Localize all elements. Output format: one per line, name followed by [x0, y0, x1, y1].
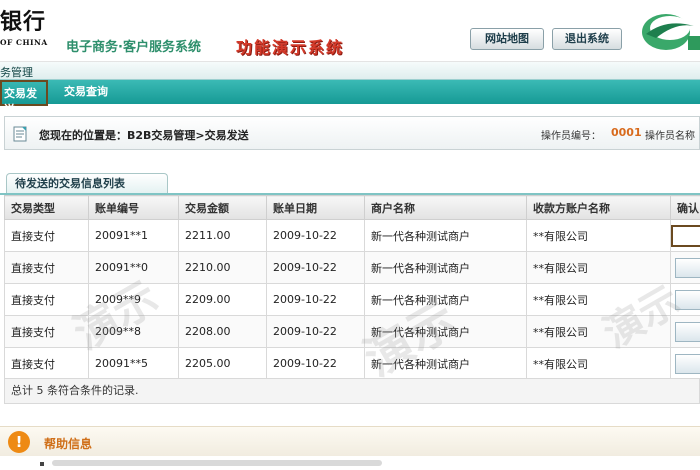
records-summary: 总计 5 条符合条件的记录.	[4, 378, 700, 404]
cell-amount: 2211.00	[178, 219, 267, 252]
table-row: 直接支付 20091**5 2205.00 2009-10-22 新一代各种测试…	[4, 347, 700, 380]
table-row: 直接支付 20091**0 2210.00 2009-10-22 新一代各种测试…	[4, 251, 700, 284]
cell-confirm	[670, 219, 700, 252]
breadcrumb: 您现在的位置是：B2B交易管理>交易发送	[39, 129, 249, 142]
cell-confirm	[670, 315, 700, 348]
cell-date: 2009-10-22	[266, 315, 365, 348]
cell-payee: **有限公司	[526, 283, 671, 316]
section-bar: 务管理	[0, 62, 700, 80]
cell-type: 直接支付	[4, 315, 89, 348]
sitemap-button[interactable]: 网站地图	[470, 28, 544, 50]
confirm-button[interactable]	[675, 321, 700, 342]
system-title: 电子商务·客户服务系统	[66, 40, 201, 55]
operator-id-label: 操作员编号：	[541, 131, 601, 142]
pending-list-tab[interactable]: 待发送的交易信息列表	[6, 173, 168, 194]
operator-id: 0001	[611, 126, 642, 139]
cell-merchant: 新一代各种测试商户	[364, 219, 527, 252]
function-tabs-bar: 交易查询	[0, 80, 700, 104]
cell-amount: 2205.00	[178, 347, 267, 380]
cell-bill-no: 20091**0	[88, 251, 179, 284]
transactions-table: 交易类型 账单编号 交易金额 账单日期 商户名称 收款方账户名称 确认 直接支付…	[4, 195, 700, 380]
confirm-button[interactable]	[671, 224, 700, 247]
section-label: 务管理	[0, 66, 33, 79]
bullet-icon	[40, 462, 44, 466]
info-icon: !	[8, 431, 30, 453]
table-row: 直接支付 20091**1 2211.00 2009-10-22 新一代各种测试…	[4, 219, 700, 252]
logout-button[interactable]: 退出系统	[552, 28, 622, 50]
cell-merchant: 新一代各种测试商户	[364, 283, 527, 316]
column-header: 交易类型	[4, 195, 89, 220]
cell-confirm	[670, 251, 700, 284]
cell-payee: **有限公司	[526, 315, 671, 348]
cell-amount: 2210.00	[178, 251, 267, 284]
confirm-button[interactable]	[675, 289, 700, 310]
cell-date: 2009-10-22	[266, 219, 365, 252]
app-header: 银行 OF CHINA 电子商务·客户服务系统 功能演示系统 网站地图 退出系统	[0, 0, 700, 62]
tab-transaction-query[interactable]: 交易查询	[64, 84, 108, 102]
cell-confirm	[670, 283, 700, 316]
help-text-cropped	[52, 460, 382, 466]
cell-type: 直接支付	[4, 283, 89, 316]
tab-transaction-send[interactable]: 交易发送	[0, 80, 48, 116]
table-header-row: 交易类型 账单编号 交易金额 账单日期 商户名称 收款方账户名称 确认	[4, 195, 700, 220]
cell-bill-no: 2009**8	[88, 315, 179, 348]
cell-payee: **有限公司	[526, 219, 671, 252]
cell-payee: **有限公司	[526, 251, 671, 284]
column-header: 交易金额	[178, 195, 267, 220]
bank-logo-icon	[642, 14, 700, 50]
cell-merchant: 新一代各种测试商户	[364, 347, 527, 380]
cell-date: 2009-10-22	[266, 347, 365, 380]
cell-date: 2009-10-22	[266, 283, 365, 316]
cell-bill-no: 2009**9	[88, 283, 179, 316]
column-header: 确认	[670, 195, 700, 220]
cell-merchant: 新一代各种测试商户	[364, 251, 527, 284]
cell-date: 2009-10-22	[266, 251, 365, 284]
column-header: 账单编号	[88, 195, 179, 220]
table-row: 直接支付 2009**9 2209.00 2009-10-22 新一代各种测试商…	[4, 283, 700, 316]
cell-amount: 2208.00	[178, 315, 267, 348]
table-row: 直接支付 2009**8 2208.00 2009-10-22 新一代各种测试商…	[4, 315, 700, 348]
column-header: 商户名称	[364, 195, 527, 220]
cell-amount: 2209.00	[178, 283, 267, 316]
confirm-button[interactable]	[675, 257, 700, 278]
cell-bill-no: 20091**1	[88, 219, 179, 252]
demo-title: 功能演示系统	[236, 38, 345, 57]
document-icon	[13, 126, 27, 142]
cell-type: 直接支付	[4, 347, 89, 380]
location-bar: 您现在的位置是：B2B交易管理>交易发送 操作员编号： 0001 操作员名称	[4, 116, 700, 150]
confirm-button[interactable]	[675, 353, 700, 374]
bank-name: 银行	[0, 9, 47, 35]
operator-name-label: 操作员名称	[645, 131, 695, 142]
column-header: 收款方账户名称	[526, 195, 671, 220]
cell-merchant: 新一代各种测试商户	[364, 315, 527, 348]
bank-english-name: OF CHINA	[0, 38, 48, 47]
cell-bill-no: 20091**5	[88, 347, 179, 380]
cell-payee: **有限公司	[526, 347, 671, 380]
cell-confirm	[670, 347, 700, 380]
cell-type: 直接支付	[4, 251, 89, 284]
cell-type: 直接支付	[4, 219, 89, 252]
column-header: 账单日期	[266, 195, 365, 220]
help-title: 帮助信息	[44, 437, 93, 451]
help-section: ! 帮助信息	[0, 426, 700, 456]
help-content	[0, 456, 700, 470]
